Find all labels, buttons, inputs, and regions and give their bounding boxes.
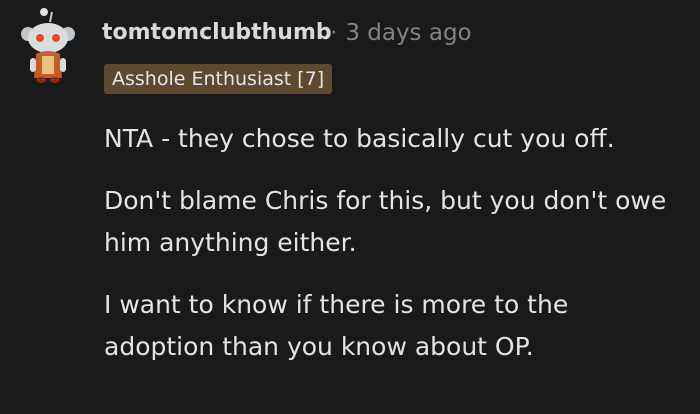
comment-paragraph: NTA - they chose to basically cut you of…	[104, 124, 615, 153]
comment: tomtomclubthumb · 3 days ago Asshole Enth…	[0, 0, 700, 414]
comment-paragraph: I want to know if there is more to the a…	[104, 290, 569, 361]
comment-body: NTA - they chose to basically cut you of…	[104, 118, 684, 388]
username-link[interactable]: tomtomclubthumb	[102, 20, 332, 45]
meta-separator: ·	[330, 20, 338, 46]
snoo-avatar-icon	[21, 8, 75, 83]
comment-meta: · 3 days ago	[330, 20, 472, 46]
avatar[interactable]	[8, 4, 88, 84]
user-flair: Asshole Enthusiast [7]	[104, 64, 333, 94]
comment-paragraph: Don't blame Chris for this, but you don'…	[104, 186, 667, 257]
timestamp[interactable]: 3 days ago	[345, 20, 471, 46]
